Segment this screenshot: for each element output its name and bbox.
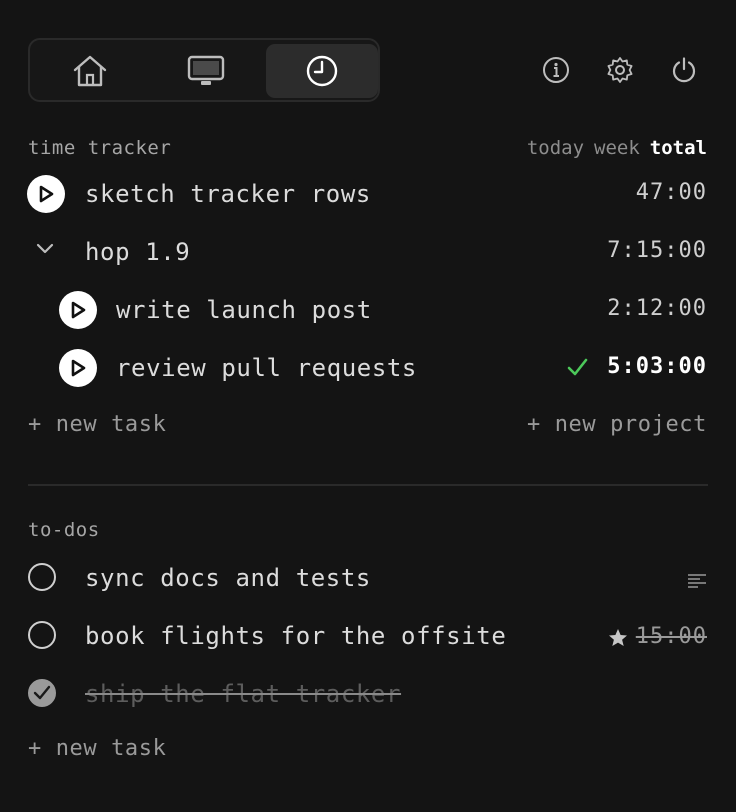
todo-checkbox[interactable] bbox=[28, 563, 56, 591]
tracker-row[interactable]: write launch post 2:12:00 bbox=[0, 287, 736, 333]
monitor-icon bbox=[187, 55, 225, 85]
project-row[interactable]: hop 1.9 7:15:00 bbox=[0, 229, 736, 275]
todo-title: sync docs and tests bbox=[85, 564, 371, 592]
range-total[interactable]: total bbox=[650, 137, 707, 159]
todo-item[interactable]: ship the flat tracker bbox=[0, 673, 736, 719]
time-estimate: 15:00 bbox=[635, 624, 707, 649]
power-button[interactable] bbox=[669, 55, 699, 85]
todo-title: book flights for the offsite bbox=[85, 622, 507, 650]
todo-item[interactable]: book flights for the offsite 15:00 bbox=[0, 615, 736, 661]
play-button[interactable] bbox=[59, 349, 97, 387]
task-time: 47:00 bbox=[635, 180, 707, 205]
todo-title: ship the flat tracker bbox=[85, 680, 402, 708]
new-todo-button[interactable]: + new task bbox=[28, 736, 166, 761]
view-switcher bbox=[28, 38, 380, 102]
task-time: 5:03:00 bbox=[607, 354, 707, 379]
power-icon bbox=[672, 57, 696, 83]
play-icon bbox=[71, 301, 86, 319]
todo-item[interactable]: sync docs and tests bbox=[0, 557, 736, 603]
todo-checkbox[interactable] bbox=[28, 621, 56, 649]
tracker-row[interactable]: sketch tracker rows 47:00 bbox=[0, 171, 736, 217]
tab-timer[interactable] bbox=[266, 44, 378, 98]
task-title: sketch tracker rows bbox=[85, 180, 371, 208]
checkmark-icon bbox=[567, 358, 588, 376]
task-time: 2:12:00 bbox=[607, 296, 707, 321]
info-icon bbox=[543, 57, 569, 83]
play-icon bbox=[39, 185, 54, 203]
task-title: write launch post bbox=[116, 296, 372, 324]
new-task-button[interactable]: + new task bbox=[28, 412, 166, 437]
todo-checkbox-checked[interactable] bbox=[28, 679, 56, 707]
range-today[interactable]: today bbox=[527, 137, 584, 159]
settings-icon bbox=[607, 57, 633, 83]
info-button[interactable] bbox=[541, 55, 571, 85]
range-filter: today week total bbox=[517, 137, 707, 159]
project-title: hop 1.9 bbox=[85, 238, 191, 266]
home-icon bbox=[73, 55, 107, 87]
new-project-button[interactable]: + new project bbox=[527, 412, 707, 437]
task-title: review pull requests bbox=[116, 354, 417, 382]
chevron-down-icon[interactable] bbox=[35, 242, 55, 256]
check-icon bbox=[33, 685, 51, 700]
settings-button[interactable] bbox=[605, 55, 635, 85]
section-divider bbox=[28, 484, 708, 486]
todos-label: to-dos bbox=[28, 519, 100, 541]
play-button[interactable] bbox=[27, 175, 65, 213]
notes-icon[interactable] bbox=[687, 573, 707, 589]
clock-icon bbox=[306, 55, 338, 87]
tab-screen[interactable] bbox=[150, 44, 262, 98]
tab-home[interactable] bbox=[34, 44, 146, 98]
project-time: 7:15:00 bbox=[607, 238, 707, 263]
play-icon bbox=[71, 359, 86, 377]
play-button[interactable] bbox=[59, 291, 97, 329]
tracker-row[interactable]: review pull requests 5:03:00 bbox=[0, 345, 736, 391]
time-tracker-label: time tracker bbox=[28, 137, 172, 159]
range-week[interactable]: week bbox=[594, 137, 640, 159]
star-icon[interactable] bbox=[608, 628, 628, 648]
